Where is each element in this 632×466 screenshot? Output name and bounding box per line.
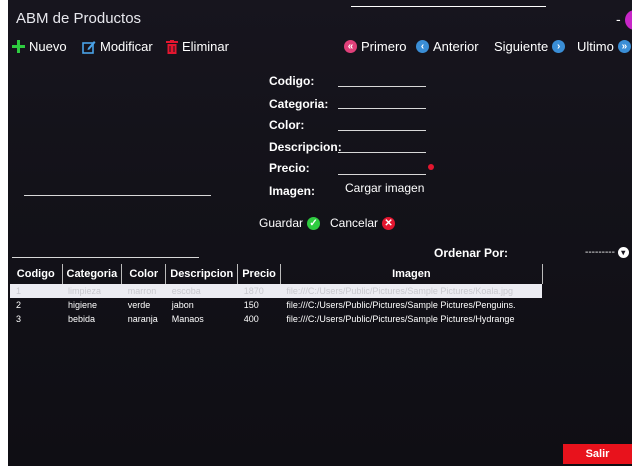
table-row[interactable]: 1 limpieza marron escoba 1870 file:///C:… bbox=[10, 284, 543, 298]
close-button[interactable]: x bbox=[625, 10, 632, 30]
cell-imagen: file:///C:/Users/Public/Pictures/Sample … bbox=[280, 284, 543, 298]
cell-categoria: higiene bbox=[68, 300, 98, 310]
table-header: Codigo Categoria Color Descripcion Preci… bbox=[10, 264, 543, 284]
eliminar-label: Eliminar bbox=[182, 39, 229, 54]
chevron-down-icon: ▾ bbox=[617, 247, 629, 258]
title-divider bbox=[351, 6, 546, 7]
imagen-label: Imagen: bbox=[269, 184, 316, 198]
cell-codigo: 3 bbox=[16, 314, 22, 324]
cell-imagen: file:///C:/Users/Public/Pictures/Sample … bbox=[286, 314, 515, 324]
table-row[interactable]: 2 higiene verde jabon 150 file:///C:/Use… bbox=[10, 298, 542, 312]
cell-codigo: 1 bbox=[10, 284, 62, 298]
column-header[interactable]: Codigo bbox=[10, 264, 63, 284]
column-header[interactable]: Color bbox=[121, 264, 167, 284]
double-chevron-right-icon: » bbox=[617, 40, 631, 53]
color-input[interactable] bbox=[338, 130, 426, 131]
close-circle-icon: ✕ bbox=[382, 216, 396, 230]
codigo-input[interactable] bbox=[338, 86, 426, 87]
main-window: ABM de Productos - x Nuevo Modificar Eli… bbox=[8, 0, 632, 466]
chevron-right-icon: › bbox=[552, 40, 566, 53]
check-icon: ✓ bbox=[307, 216, 321, 230]
chevron-left-icon: ‹ bbox=[416, 40, 429, 53]
products-table[interactable]: Codigo Categoria Color Descripcion Preci… bbox=[10, 264, 543, 326]
cargar-imagen-button[interactable]: Cargar imagen bbox=[345, 181, 424, 195]
descripcion-label: Descripcion: bbox=[269, 140, 342, 154]
salir-button[interactable]: Salir bbox=[563, 444, 632, 464]
primero-label: Primero bbox=[361, 39, 407, 54]
ultimo-button[interactable]: Ultimo » bbox=[577, 39, 631, 54]
modificar-label: Modificar bbox=[100, 39, 153, 54]
categoria-input[interactable] bbox=[338, 108, 426, 109]
categoria-label: Categoria: bbox=[269, 97, 329, 111]
color-label: Color: bbox=[269, 118, 305, 132]
double-chevron-left-icon: « bbox=[344, 40, 357, 53]
cell-categoria: limpieza bbox=[62, 284, 122, 298]
cell-color: naranja bbox=[127, 314, 158, 324]
nuevo-label: Nuevo bbox=[29, 39, 67, 54]
cancelar-label: Cancelar bbox=[330, 216, 379, 230]
cancelar-button[interactable]: Cancelar ✕ bbox=[330, 216, 396, 230]
precio-label: Precio: bbox=[269, 161, 310, 175]
eliminar-button[interactable]: Eliminar bbox=[166, 39, 229, 54]
codigo-label: Codigo: bbox=[269, 74, 315, 88]
cell-precio: 150 bbox=[243, 300, 259, 310]
cell-color: marron bbox=[121, 284, 166, 298]
anterior-label: Anterior bbox=[433, 39, 479, 54]
filter-underline bbox=[12, 257, 199, 258]
trash-icon bbox=[166, 39, 178, 54]
guardar-label: Guardar bbox=[259, 216, 304, 230]
table-row[interactable]: 3 bebida naranja Manaos 400 file:///C:/U… bbox=[10, 312, 542, 326]
ultimo-label: Ultimo bbox=[577, 39, 614, 54]
cell-imagen: file:///C:/Users/Public/Pictures/Sample … bbox=[286, 300, 516, 310]
column-header[interactable]: Descripcion bbox=[165, 264, 239, 284]
cell-color: verde bbox=[127, 300, 151, 310]
image-preview-underline bbox=[24, 195, 211, 196]
cell-descripcion: Manaos bbox=[171, 314, 204, 324]
cell-precio: 1870 bbox=[237, 284, 281, 298]
column-header[interactable]: Imagen bbox=[280, 264, 543, 284]
sort-select[interactable]: --------- ▾ bbox=[585, 247, 629, 258]
nuevo-button[interactable]: Nuevo bbox=[12, 39, 67, 54]
descripcion-input[interactable] bbox=[338, 152, 426, 153]
modificar-button[interactable]: Modificar bbox=[82, 39, 153, 54]
edit-icon bbox=[82, 40, 96, 54]
cell-categoria: bebida bbox=[68, 314, 96, 324]
column-header[interactable]: Categoria bbox=[62, 264, 123, 284]
siguiente-label: Siguiente bbox=[494, 39, 549, 54]
required-indicator bbox=[428, 164, 434, 170]
precio-input[interactable] bbox=[338, 174, 426, 175]
siguiente-button[interactable]: Siguiente › bbox=[494, 39, 566, 54]
plus-icon bbox=[12, 40, 25, 53]
cell-precio: 400 bbox=[243, 314, 259, 324]
anterior-button[interactable]: ‹ Anterior bbox=[416, 39, 479, 54]
window-title: ABM de Productos bbox=[16, 10, 142, 27]
ordenar-label: Ordenar Por: bbox=[434, 246, 509, 260]
sort-select-value: --------- bbox=[585, 247, 615, 258]
guardar-button[interactable]: Guardar ✓ bbox=[259, 216, 321, 230]
cell-descripcion: jabon bbox=[171, 300, 194, 310]
primero-button[interactable]: « Primero bbox=[344, 39, 407, 54]
column-header[interactable]: Precio bbox=[237, 264, 281, 284]
cell-codigo: 2 bbox=[16, 300, 22, 310]
cell-descripcion: escoba bbox=[165, 284, 238, 298]
minimize-button[interactable]: - bbox=[616, 11, 621, 27]
